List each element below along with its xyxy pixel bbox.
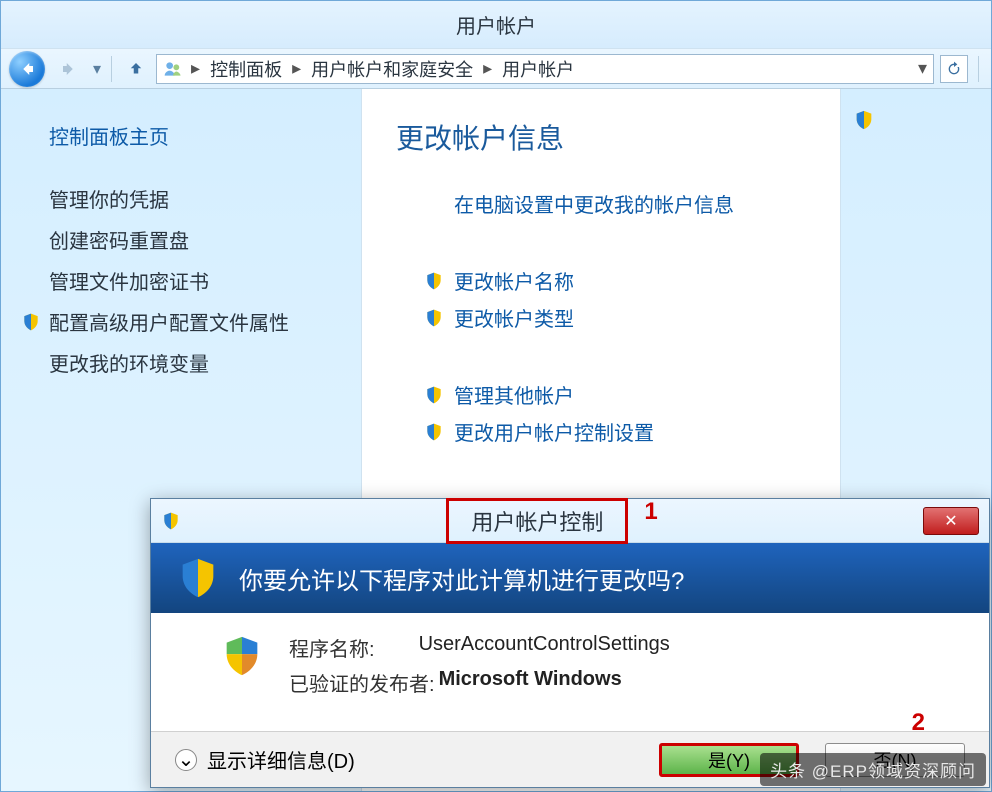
- users-icon: [163, 59, 183, 79]
- shield-icon: [424, 422, 444, 442]
- uac-question-bar: 你要允许以下程序对此计算机进行更改吗?: [151, 543, 989, 613]
- nav-toolbar: ▾ ▸ 控制面板 ▸ 用户帐户和家庭安全 ▸ 用户帐户 ▾: [1, 49, 991, 89]
- watermark: 头条 @ERP领域资深顾问: [760, 753, 986, 786]
- control-panel-home-link[interactable]: 控制面板主页: [49, 121, 349, 150]
- show-details-toggle[interactable]: ⌄ 显示详细信息(D): [175, 745, 355, 774]
- sidebar-link-env-vars[interactable]: 更改我的环境变量: [37, 342, 349, 383]
- breadcrumb-separator: ▸: [187, 58, 204, 79]
- uac-title: 用户帐户控制: [446, 498, 628, 544]
- refresh-button[interactable]: [940, 55, 968, 83]
- program-name-value: UserAccountControlSettings: [419, 633, 670, 662]
- shield-icon: [853, 109, 875, 131]
- link-change-account-name[interactable]: 更改帐户名称: [396, 266, 812, 295]
- breadcrumb-user-accounts[interactable]: 用户帐户: [500, 56, 576, 82]
- uac-titlebar: 用户帐户控制 1 ✕: [151, 499, 989, 543]
- breadcrumb-control-panel[interactable]: 控制面板: [208, 56, 284, 82]
- divider: [111, 56, 112, 82]
- uac-info: 程序名称: UserAccountControlSettings 已验证的发布者…: [289, 633, 670, 697]
- uac-question: 你要允许以下程序对此计算机进行更改吗?: [239, 561, 684, 596]
- shield-icon: [424, 385, 444, 405]
- window-title: 用户帐户: [1, 1, 991, 49]
- sidebar-link-credentials[interactable]: 管理你的凭据: [37, 178, 349, 219]
- publisher-value: Microsoft Windows: [439, 668, 622, 697]
- page-heading: 更改帐户信息: [396, 117, 812, 157]
- chevron-down-icon[interactable]: ▾: [93, 59, 101, 79]
- link-change-uac-settings[interactable]: 更改用户帐户控制设置: [396, 417, 812, 446]
- shield-icon: [424, 308, 444, 328]
- shield-icon: [21, 312, 41, 332]
- breadcrumb-separator: ▸: [479, 58, 496, 79]
- publisher-label: 已验证的发布者:: [289, 668, 435, 697]
- sidebar-link-password-reset-disk[interactable]: 创建密码重置盘: [37, 219, 349, 260]
- breadcrumb-user-accounts-safety[interactable]: 用户帐户和家庭安全: [309, 56, 475, 82]
- uac-body: 程序名称: UserAccountControlSettings 已验证的发布者…: [151, 613, 989, 717]
- shield-icon: [175, 555, 221, 601]
- chevron-down-icon: ⌄: [175, 749, 197, 771]
- breadcrumb-separator: ▸: [288, 58, 305, 79]
- annotation-1: 1: [644, 498, 657, 544]
- sidebar-link-file-encryption-certs[interactable]: 管理文件加密证书: [37, 260, 349, 301]
- link-change-account-type[interactable]: 更改帐户类型: [396, 303, 812, 332]
- address-bar[interactable]: ▸ 控制面板 ▸ 用户帐户和家庭安全 ▸ 用户帐户 ▾: [156, 54, 934, 84]
- link-change-in-pc-settings[interactable]: 在电脑设置中更改我的帐户信息: [396, 189, 812, 218]
- shield-icon: [424, 271, 444, 291]
- divider: [978, 56, 979, 82]
- arrow-right-icon: [60, 60, 78, 78]
- link-manage-other-accounts[interactable]: 管理其他帐户: [396, 380, 812, 409]
- chevron-down-icon[interactable]: ▾: [918, 58, 927, 79]
- sidebar-link-advanced-profiles[interactable]: 配置高级用户配置文件属性: [9, 301, 349, 342]
- forward-button[interactable]: [51, 51, 87, 87]
- annotation-2: 2: [912, 709, 925, 737]
- window-title-text: 用户帐户: [456, 10, 536, 39]
- up-button[interactable]: [122, 55, 150, 83]
- close-icon: ✕: [944, 511, 957, 531]
- refresh-icon: [946, 61, 962, 77]
- uac-dialog: 用户帐户控制 1 ✕ 你要允许以下程序对此计算机进行更改吗? 程序名称: Use…: [150, 498, 990, 788]
- program-name-label: 程序名称:: [289, 633, 375, 662]
- arrow-left-icon: [18, 60, 36, 78]
- arrow-up-icon: [127, 60, 145, 78]
- shield-icon: [161, 511, 181, 531]
- close-button[interactable]: ✕: [923, 507, 979, 535]
- back-button[interactable]: [9, 51, 45, 87]
- shield-icon: [219, 633, 265, 679]
